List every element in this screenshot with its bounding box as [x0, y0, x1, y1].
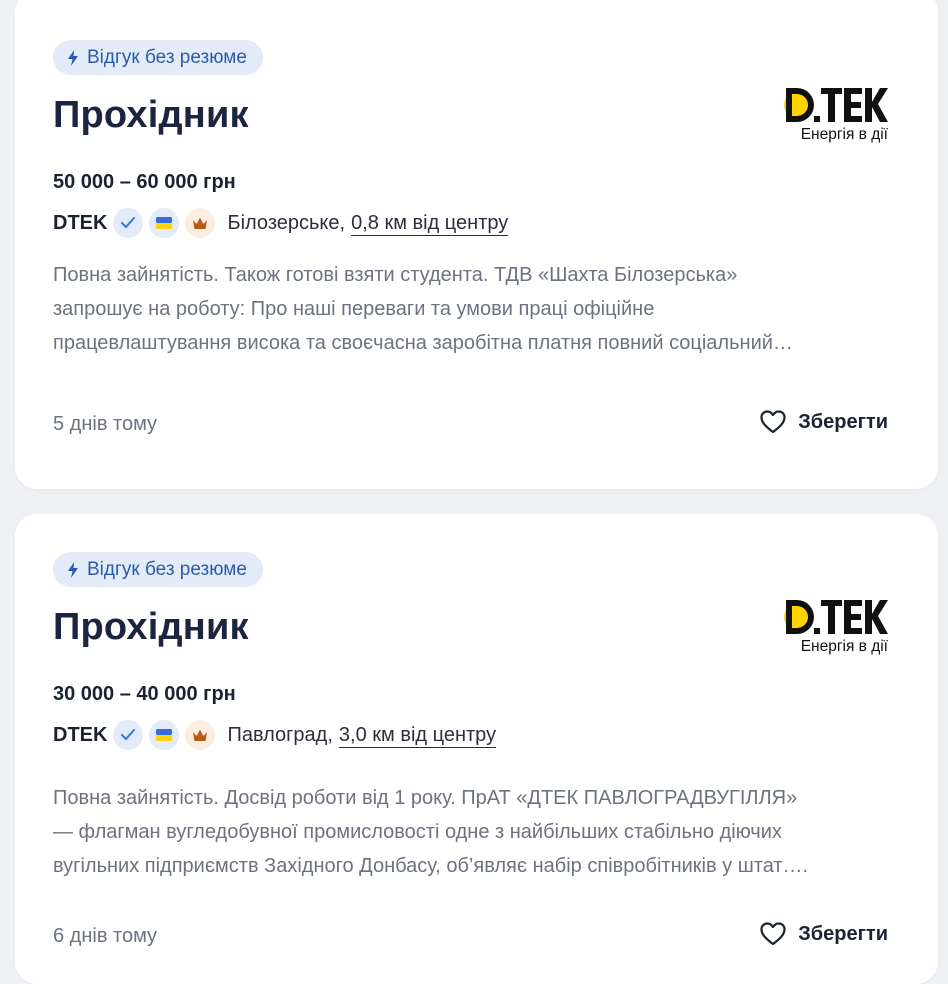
- job-title[interactable]: Прохідник: [53, 94, 249, 137]
- distance-link[interactable]: 3,0 км від центру: [339, 724, 496, 747]
- no-resume-badge: Відгук без резюме: [53, 552, 263, 587]
- ukraine-flag-icon: [149, 208, 180, 238]
- description-line: запрошує на роботу: Про наші переваги та…: [53, 298, 655, 320]
- no-resume-badge: Відгук без резюме: [53, 40, 263, 75]
- company-logo[interactable]: Енергія в дії: [784, 86, 888, 144]
- lightning-icon: [68, 49, 78, 66]
- salary: 50 000 – 60 000 грн: [53, 171, 236, 193]
- badge-label: Відгук без резюме: [87, 46, 247, 68]
- heart-outline-icon: [760, 410, 786, 434]
- description-line: — флагман вугледобувної промисловості од…: [53, 821, 782, 843]
- verified-icon: [113, 208, 144, 238]
- save-label: Зберегти: [798, 410, 888, 433]
- company-row: DTEK Павлоград, 3,0 км від центру: [53, 719, 496, 751]
- crown-icon: [185, 720, 216, 750]
- salary: 30 000 – 40 000 грн: [53, 683, 236, 705]
- save-button[interactable]: Зберегти: [760, 922, 888, 946]
- description-line: вугільних підприємств Західного Донбасу,…: [53, 855, 809, 877]
- job-description: Повна зайнятість. Також готові взяти сту…: [53, 258, 900, 360]
- dtek-logo: [784, 598, 888, 636]
- company-row: DTEK Білозерське, 0,8 км від центру: [53, 207, 508, 239]
- dtek-wordmark: [784, 600, 888, 634]
- description-line: Повна зайнятість. Досвід роботи від 1 ро…: [53, 787, 798, 809]
- company-name[interactable]: DTEK: [53, 212, 107, 235]
- dtek-wordmark: [784, 88, 888, 122]
- save-button[interactable]: Зберегти: [760, 410, 888, 434]
- job-card[interactable]: Відгук без резюме Прохідник 50 000 – 60 …: [15, 0, 938, 489]
- job-card[interactable]: Відгук без резюме Прохідник 30 000 – 40 …: [15, 514, 938, 984]
- city: Павлоград,: [227, 723, 333, 746]
- save-label: Зберегти: [798, 922, 888, 945]
- heart-outline-icon: [760, 922, 786, 946]
- dtek-logo: [784, 86, 888, 124]
- company-name[interactable]: DTEK: [53, 724, 107, 747]
- badge-label: Відгук без резюме: [87, 558, 247, 580]
- logo-tagline: Енергія в дії: [800, 638, 888, 655]
- lightning-icon: [68, 561, 78, 578]
- description-line: працевлаштування висока та своєчасна зар…: [53, 332, 793, 354]
- crown-icon: [185, 208, 216, 238]
- distance-link[interactable]: 0,8 км від центру: [351, 212, 508, 235]
- ukraine-flag-icon: [149, 720, 180, 750]
- posted-date: 5 днів тому: [53, 413, 158, 435]
- job-title[interactable]: Прохідник: [53, 606, 249, 649]
- city: Білозерське,: [227, 211, 346, 234]
- posted-date: 6 днів тому: [53, 925, 158, 947]
- logo-tagline: Енергія в дії: [800, 126, 888, 143]
- verified-icon: [113, 720, 144, 750]
- job-description: Повна зайнятість. Досвід роботи від 1 ро…: [53, 781, 900, 883]
- company-logo[interactable]: Енергія в дії: [784, 598, 888, 656]
- description-line: Повна зайнятість. Також готові взяти сту…: [53, 264, 738, 286]
